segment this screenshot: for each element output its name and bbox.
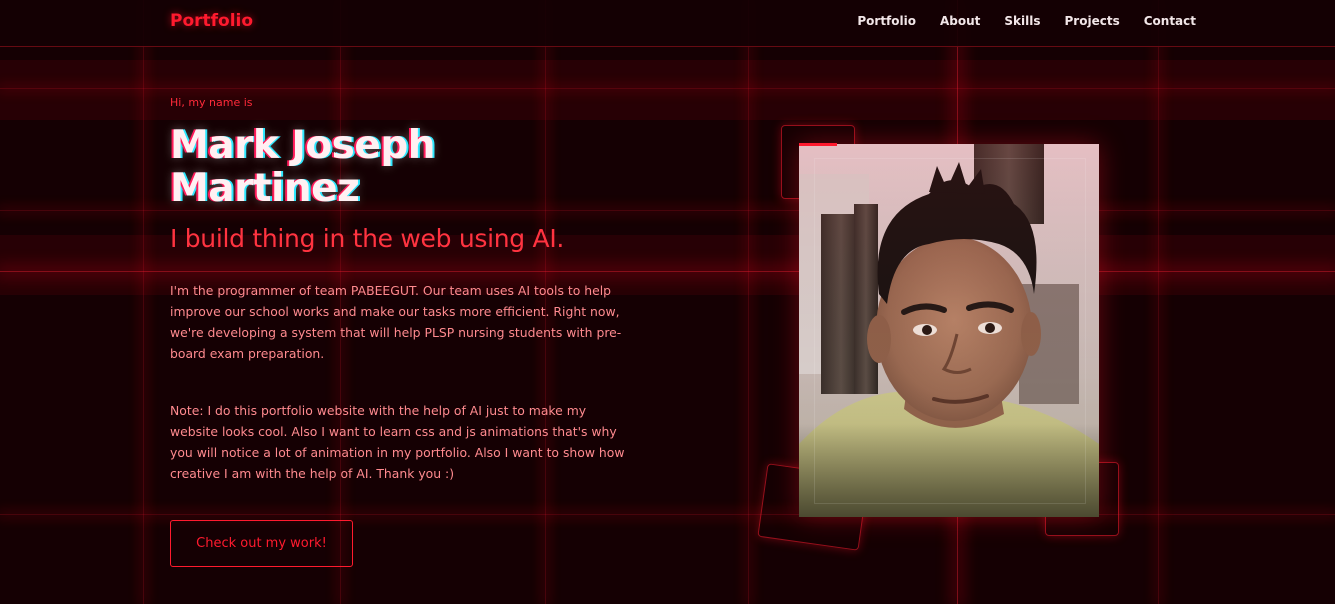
hero-name-line1: Mark Joseph (170, 123, 436, 168)
nav-link-contact[interactable]: Contact (1144, 14, 1196, 28)
nav-link-skills[interactable]: Skills (1004, 14, 1040, 28)
note-paragraph: Note: I do this portfolio website with t… (170, 403, 625, 481)
nav-link-projects[interactable]: Projects (1065, 14, 1120, 28)
nav-link-portfolio[interactable]: Portfolio (857, 14, 916, 28)
main-nav: Portfolio About Skills Projects Contact (857, 14, 1196, 28)
check-work-button[interactable]: Check out my work! (170, 520, 353, 567)
navbar: Portfolio Portfolio About Skills Project… (0, 0, 1335, 47)
hero-tagline: I build thing in the web using AI. (170, 224, 565, 253)
nav-link-about[interactable]: About (940, 14, 980, 28)
brand-logo[interactable]: Portfolio (170, 11, 253, 31)
photo-inner-frame (814, 158, 1086, 504)
hero-name-line2: Martinez (170, 166, 360, 211)
photo-accent-bar (799, 143, 837, 146)
about-paragraph: I'm the programmer of team PABEEGUT. Our… (170, 283, 622, 361)
greeting-text: Hi, my name is (170, 96, 253, 109)
hero-name: Mark Joseph Martinez (170, 123, 436, 211)
